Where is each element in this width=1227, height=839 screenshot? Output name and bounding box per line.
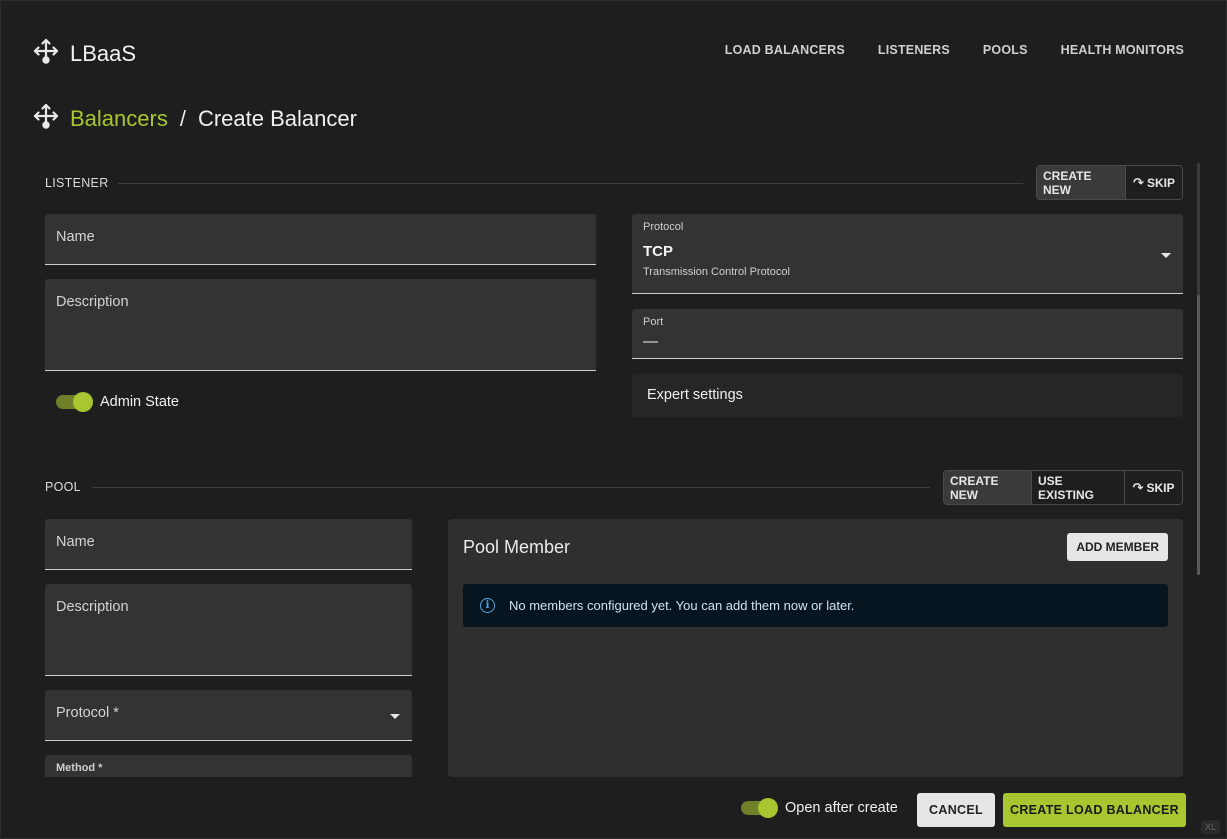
breadcrumb-separator: / — [179, 106, 186, 131]
pool-skip-button[interactable]: ↷ SKIP — [1125, 471, 1182, 504]
open-after-create-label: Open after create — [785, 800, 898, 816]
listener-protocol-select[interactable]: Protocol TCP Transmission Control Protoc… — [632, 214, 1183, 294]
create-load-balancer-button[interactable]: CREATE LOAD BALANCER — [1003, 793, 1186, 827]
admin-state-toggle[interactable]: Admin State — [56, 392, 179, 412]
listener-skip-button[interactable]: ↷ SKIP — [1126, 166, 1182, 199]
cancel-button[interactable]: CANCEL — [917, 793, 995, 827]
pool-create-new-label: CREATE NEW — [950, 473, 999, 502]
listener-skip-label: SKIP — [1146, 175, 1175, 190]
app-window: LBaaS LOAD BALANCERS LISTENERS POOLS HEA… — [0, 0, 1227, 839]
pool-divider — [92, 487, 930, 488]
listener-section-title: LISTENER — [45, 176, 109, 190]
add-member-label: ADD MEMBER — [1076, 540, 1159, 554]
admin-state-switch[interactable] — [56, 392, 93, 412]
pool-skip-label: SKIP — [1146, 480, 1175, 495]
app-name: LBaaS — [70, 40, 137, 66]
listener-port-field[interactable]: Port — — [632, 309, 1183, 359]
skip-icon: ↷ — [1132, 479, 1144, 495]
listener-port-value: — — [643, 333, 658, 350]
listener-name-label: Name — [56, 229, 95, 245]
pool-create-new-button[interactable]: CREATE NEW — [944, 471, 1032, 504]
load-balancer-logo-icon — [32, 37, 60, 70]
nav-load-balancers[interactable]: LOAD BALANCERS — [725, 43, 845, 57]
no-members-message: No members configured yet. You can add t… — [509, 598, 855, 613]
listener-port-label: Port — [643, 316, 664, 328]
nav-pools[interactable]: POOLS — [983, 43, 1028, 57]
load-balancer-icon — [32, 102, 60, 136]
app-brand[interactable]: LBaaS — [32, 37, 136, 70]
nav-listeners[interactable]: LISTENERS — [878, 43, 950, 57]
create-load-balancer-label: CREATE LOAD BALANCER — [1010, 803, 1179, 817]
add-member-button[interactable]: ADD MEMBER — [1067, 533, 1168, 561]
pool-method-select[interactable]: Method * — [45, 755, 412, 777]
pool-section-title: POOL — [45, 480, 81, 494]
pool-protocol-label: Protocol * — [56, 705, 119, 721]
listener-protocol-value: TCP — [643, 243, 673, 260]
breadcrumb-balancers-link[interactable]: Balancers — [70, 106, 168, 132]
pool-name-label: Name — [56, 534, 95, 550]
pool-member-title: Pool Member — [463, 537, 571, 557]
pool-description-label: Description — [56, 599, 129, 615]
open-after-create-toggle[interactable]: Open after create — [741, 798, 898, 818]
pool-use-existing-button[interactable]: USE EXISTING — [1032, 471, 1125, 504]
pool-use-existing-label: USE EXISTING — [1038, 473, 1095, 502]
content-scrollbar[interactable] — [1197, 163, 1200, 575]
no-members-alert: i No members configured yet. You can add… — [463, 584, 1168, 627]
listener-protocol-description: Transmission Control Protocol — [643, 266, 790, 278]
pool-method-label: Method * — [56, 762, 103, 774]
pool-name-field[interactable]: Name — [45, 519, 412, 570]
skip-icon: ↷ — [1133, 174, 1144, 190]
info-icon: i — [480, 598, 495, 613]
listener-create-new-button[interactable]: CREATE NEW — [1037, 166, 1126, 199]
top-nav: LOAD BALANCERS LISTENERS POOLS HEALTH MO… — [725, 43, 1184, 57]
chevron-down-icon — [390, 714, 400, 719]
expert-settings-label: Expert settings — [647, 387, 743, 403]
corner-badge: XL — [1200, 820, 1220, 834]
listener-create-new-label: CREATE NEW — [1043, 168, 1092, 197]
page-title: Create Balancer — [197, 106, 357, 131]
listener-protocol-label: Protocol — [643, 221, 684, 233]
listener-divider — [118, 183, 1023, 184]
listener-name-field[interactable]: Name — [45, 214, 596, 265]
expert-settings-expander[interactable]: Expert settings — [632, 374, 1183, 417]
chevron-down-icon — [1161, 253, 1171, 258]
admin-state-label: Admin State — [100, 394, 179, 410]
scrollbar-thumb[interactable] — [1197, 295, 1200, 575]
pool-mode-toggle: CREATE NEW USE EXISTING ↷ SKIP — [943, 470, 1183, 505]
open-after-create-switch[interactable] — [741, 798, 778, 818]
nav-health-monitors[interactable]: HEALTH MONITORS — [1061, 43, 1184, 57]
pool-member-panel: Pool Member ADD MEMBER i No members conf… — [448, 519, 1183, 777]
cancel-label: CANCEL — [929, 803, 983, 817]
pool-description-field[interactable]: Description — [45, 584, 412, 676]
listener-mode-toggle: CREATE NEW ↷ SKIP — [1036, 165, 1183, 200]
pool-protocol-select[interactable]: Protocol * — [45, 690, 412, 741]
listener-description-label: Description — [56, 294, 129, 310]
listener-description-field[interactable]: Description — [45, 279, 596, 371]
breadcrumb: Balancers / Create Balancer — [32, 102, 357, 136]
